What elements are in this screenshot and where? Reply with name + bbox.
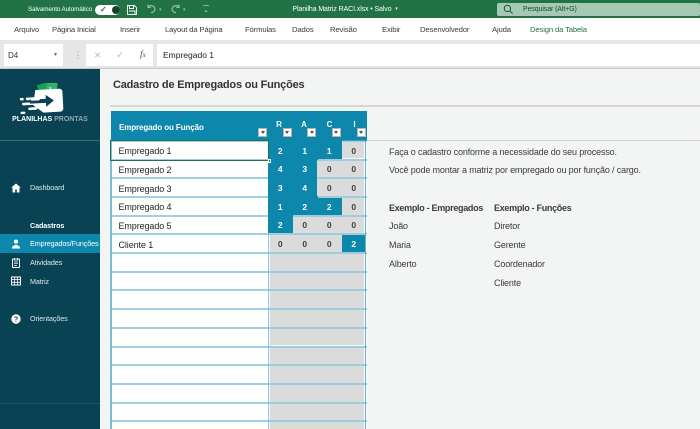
svg-text:?: ? bbox=[14, 316, 18, 323]
